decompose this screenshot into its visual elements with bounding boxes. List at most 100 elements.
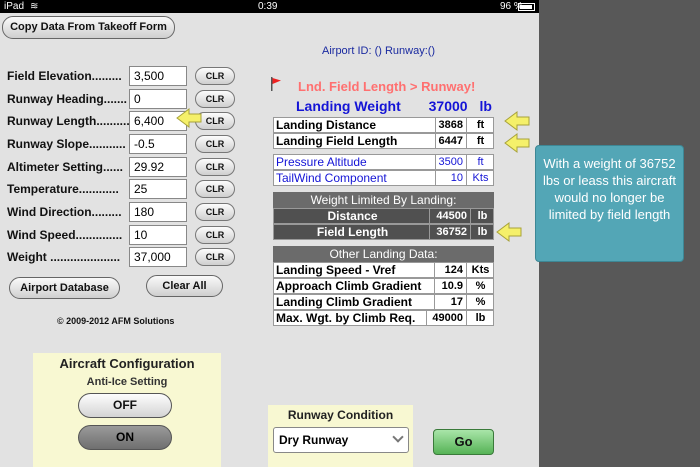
clock: 0:39 [258, 1, 278, 12]
row-label: Pressure Altitude [276, 155, 367, 169]
anti-ice-label: Anti-Ice Setting [86, 376, 168, 388]
clear-button[interactable]: CLR [195, 203, 235, 221]
row-label: Approach Climb Gradient [276, 279, 422, 293]
row-label: Distance [327, 209, 378, 223]
row-unit: Kts [466, 171, 494, 185]
pointer-arrow-icon [504, 133, 530, 153]
weight-limited-header: Weight Limited By Landing: [273, 192, 494, 208]
weight-row: Weight ..................... 37,000 CLR [7, 247, 235, 267]
field-elevation-row: Field Elevation......... 3,500 CLR [7, 66, 235, 86]
field-elevation-input[interactable]: 3,500 [129, 66, 187, 86]
row-label: Field Length [316, 225, 389, 239]
clear-button[interactable]: CLR [195, 248, 235, 266]
table-row: Landing Distance 3868 ft [273, 117, 494, 133]
row-value: 3500 [435, 155, 466, 169]
annotation-callout: With a weight of 36752 lbs or leass this… [535, 145, 684, 262]
landing-weight-label: Landing Weight [296, 98, 401, 114]
field-label: Wind Direction......... [7, 205, 122, 219]
wind-speed-row: Wind Speed.............. 10 CLR [7, 225, 235, 245]
row-value: 6447 [435, 134, 466, 148]
wind-speed-input[interactable]: 10 [129, 225, 187, 245]
clear-button[interactable]: CLR [195, 158, 235, 176]
pointer-arrow-icon [496, 222, 522, 242]
wifi-icon: ≋ [30, 1, 39, 12]
row-label: Landing Climb Gradient [276, 295, 413, 309]
aircraft-configuration-panel: Aircraft Configuration Anti-Ice Setting … [33, 353, 221, 467]
table-row: Field Length 36752 lb [273, 224, 494, 240]
row-unit: ft [466, 134, 494, 148]
row-unit: lb [470, 225, 494, 239]
wind-direction-row: Wind Direction......... 180 CLR [7, 202, 235, 222]
landing-calculator: Copy Data From Takeoff Form Airport ID: … [0, 13, 539, 467]
table-row: Landing Field Length 6447 ft [273, 133, 494, 149]
runway-slope-input[interactable]: -0.5 [129, 134, 187, 154]
row-unit: lb [466, 311, 494, 325]
clear-button[interactable]: CLR [195, 90, 235, 108]
other-data-header: Other Landing Data: [273, 246, 494, 262]
field-label: Runway Slope........... [7, 137, 126, 151]
clear-all-button[interactable]: Clear All [146, 275, 223, 297]
selected-value: Dry Runway [279, 433, 349, 447]
row-value: 10.9 [434, 279, 466, 293]
row-value: 44500 [429, 209, 470, 223]
table-row: Landing Climb Gradient 17 % [273, 294, 494, 310]
field-label: Weight ..................... [7, 250, 121, 264]
field-label: Wind Speed.............. [7, 228, 123, 242]
airport-id-label: Airport ID: () Runway:() [322, 45, 436, 57]
row-unit: % [466, 279, 494, 293]
battery-icon [518, 3, 535, 11]
row-label: Landing Speed - Vref [276, 263, 396, 277]
landing-weight-unit: lb [479, 98, 492, 114]
runway-condition-select[interactable]: Dry Runway [273, 427, 409, 453]
temperature-input[interactable]: 25 [129, 179, 187, 199]
copy-takeoff-data-button[interactable]: Copy Data From Takeoff Form [2, 16, 175, 39]
pointer-arrow-icon [504, 111, 530, 131]
field-label: Temperature............ [7, 182, 119, 196]
table-row: Landing Speed - Vref 124 Kts [273, 262, 494, 278]
temperature-row: Temperature............ 25 CLR [7, 179, 235, 199]
landing-weight-summary: Landing Weight 37000 lb [296, 98, 492, 114]
row-label: TailWind Component [276, 171, 387, 185]
row-unit: % [466, 295, 494, 309]
table-row: Pressure Altitude 3500 ft [273, 154, 494, 170]
warning-flag-icon [271, 77, 281, 91]
anti-ice-on-button[interactable]: ON [78, 425, 172, 450]
row-unit: Kts [466, 263, 494, 277]
altimeter-setting-row: Altimeter Setting...... 29.92 CLR [7, 157, 235, 177]
anti-ice-off-button[interactable]: OFF [78, 393, 172, 418]
field-label: Altimeter Setting...... [7, 160, 124, 174]
clear-button[interactable]: CLR [195, 226, 235, 244]
carrier-label: iPad [4, 1, 25, 12]
runway-condition-panel: Runway Condition Dry Runway [268, 405, 413, 467]
table-row: Approach Climb Gradient 10.9 % [273, 278, 494, 294]
row-unit: ft [466, 155, 494, 169]
clear-button[interactable]: CLR [195, 67, 235, 85]
table-row: Distance 44500 lb [273, 208, 494, 224]
airport-database-button[interactable]: Airport Database [9, 277, 120, 299]
row-label: Landing Field Length [276, 134, 398, 148]
copyright: © 2009-2012 AFM Solutions [57, 316, 175, 326]
go-button[interactable]: Go [433, 429, 494, 455]
row-unit: lb [470, 209, 494, 223]
table-row: Max. Wgt. by Climb Req. 49000 lb [273, 310, 494, 326]
row-value: 124 [434, 263, 466, 277]
panel-title: Aircraft Configuration [59, 356, 195, 371]
row-value: 10 [435, 171, 466, 185]
pointer-arrow-icon [176, 108, 202, 128]
clear-button[interactable]: CLR [195, 180, 235, 198]
clear-button[interactable]: CLR [195, 135, 235, 153]
runway-heading-input[interactable]: 0 [129, 89, 187, 109]
field-label: Runway Length.......... [7, 114, 130, 128]
row-value: 17 [434, 295, 466, 309]
table-row: TailWind Component 10 Kts [273, 170, 494, 186]
altimeter-setting-input[interactable]: 29.92 [129, 157, 187, 177]
runway-slope-row: Runway Slope........... -0.5 CLR [7, 134, 235, 154]
weight-input[interactable]: 37,000 [129, 247, 187, 267]
row-value: 49000 [426, 311, 466, 325]
wind-direction-input[interactable]: 180 [129, 202, 187, 222]
row-value: 3868 [435, 118, 466, 132]
field-label: Runway Heading....... [7, 92, 128, 106]
runway-heading-row: Runway Heading....... 0 CLR [7, 89, 235, 109]
field-label: Field Elevation......... [7, 69, 122, 83]
chevron-down-icon [392, 431, 404, 443]
